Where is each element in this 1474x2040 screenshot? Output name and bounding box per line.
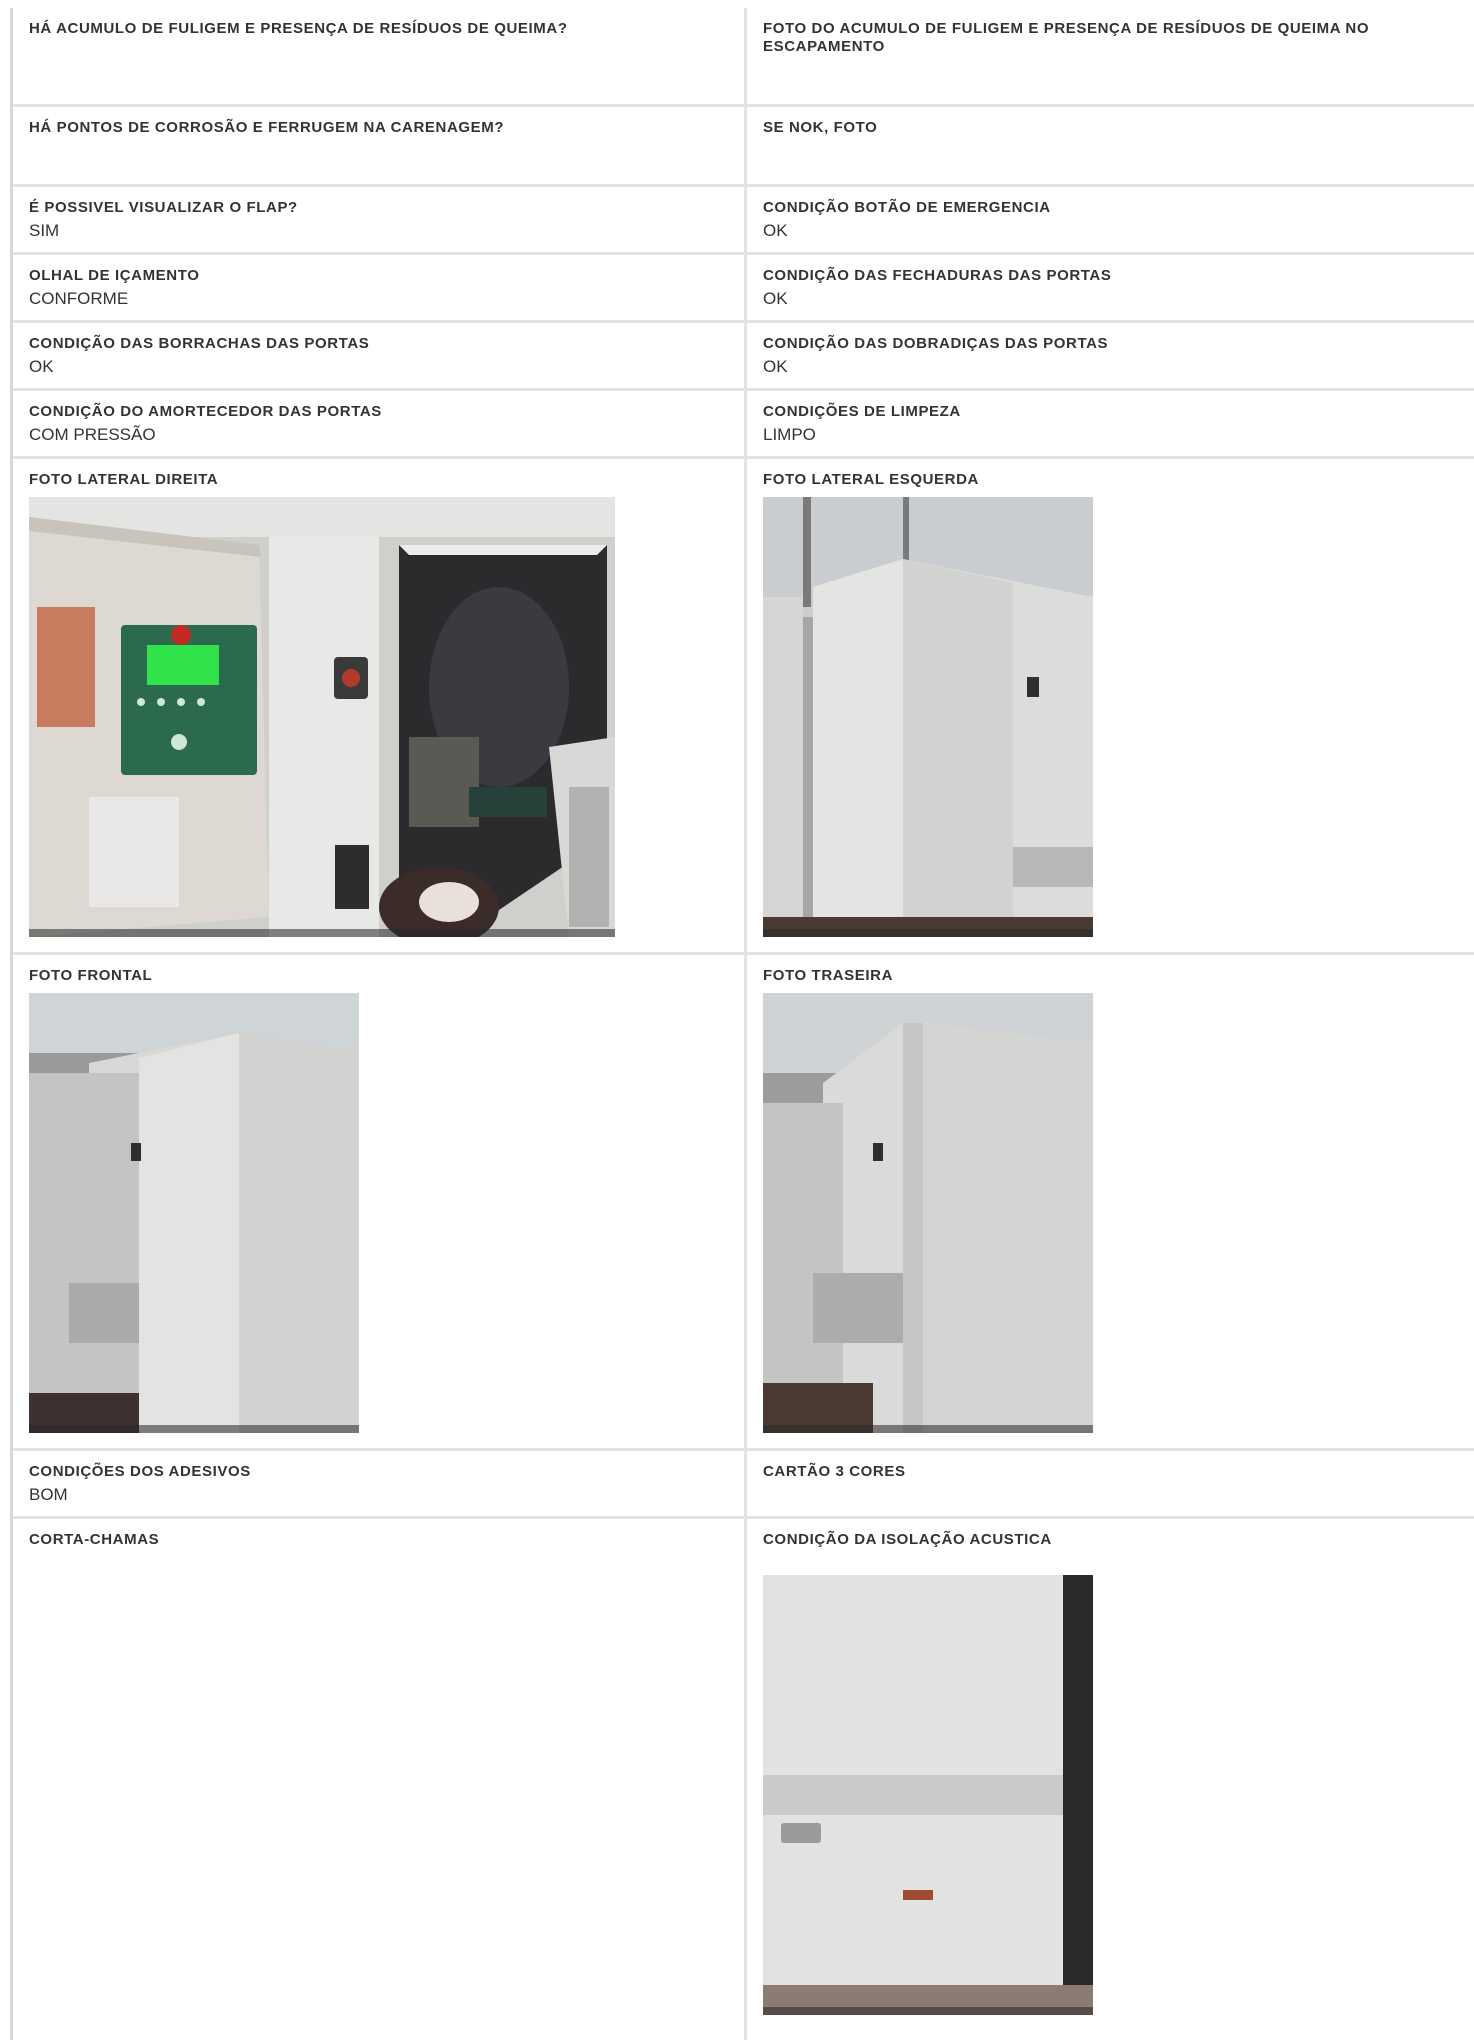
field-label: CORTA-CHAMAS: [29, 1531, 160, 1548]
field-door-dampers: CONDIÇÃO DO AMORTECEDOR DAS PORTAS COM P…: [13, 391, 747, 456]
field-label: HÁ ACUMULO DE FULIGEM E PRESENÇA DE RESÍ…: [29, 20, 568, 37]
field-corrosion: HÁ PONTOS DE CORROSÃO E FERRUGEM NA CARE…: [13, 107, 747, 184]
field-flame-arrester: CORTA-CHAMAS: [13, 1519, 747, 2040]
field-label: OLHAL DE IÇAMENTO: [29, 267, 200, 284]
field-label: HÁ PONTOS DE CORROSÃO E FERRUGEM NA CARE…: [29, 119, 505, 136]
field-label: SE NOK, FOTO: [763, 119, 878, 136]
field-photo-back: FOTO TRASEIRA: [747, 955, 1474, 1448]
field-label: FOTO LATERAL ESQUERDA: [763, 471, 979, 488]
field-value: OK: [763, 221, 788, 240]
field-soot-photo: FOTO DO ACUMULO DE FULIGEM E PRESENÇA DE…: [747, 8, 1474, 104]
report-row: FOTO LATERAL DIREITA FOTO LATERAL ESQUER…: [13, 459, 1474, 955]
field-value: OK: [763, 289, 788, 308]
field-three-color-card: CARTÃO 3 CORES: [747, 1451, 1474, 1516]
generator-open-doors-image: [29, 497, 615, 937]
report-row: CONDIÇÃO DAS BORRACHAS DAS PORTAS OK CON…: [13, 323, 1474, 391]
report-row: FOTO FRONTAL FOTO TRASEIRA: [13, 955, 1474, 1451]
photo-timestamp-bar: [763, 929, 1093, 937]
field-door-hinges: CONDIÇÃO DAS DOBRADIÇAS DAS PORTAS OK: [747, 323, 1474, 388]
generator-left-side-photo[interactable]: [763, 497, 1093, 937]
generator-open-doors-photo[interactable]: [29, 497, 615, 937]
field-soot-accumulation: HÁ ACUMULO DE FULIGEM E PRESENÇA DE RESÍ…: [13, 8, 747, 104]
field-label: FOTO TRASEIRA: [763, 967, 894, 984]
field-label: CONDIÇÃO DAS FECHADURAS DAS PORTAS: [763, 267, 1112, 284]
field-value: LIMPO: [763, 425, 816, 444]
field-value: OK: [29, 357, 54, 376]
field-lifting-eye: OLHAL DE IÇAMENTO CONFORME: [13, 255, 747, 320]
inspection-report: HÁ ACUMULO DE FULIGEM E PRESENÇA DE RESÍ…: [10, 8, 1474, 2040]
field-value: COM PRESSÃO: [29, 425, 156, 444]
field-acoustic-insulation: CONDIÇÃO DA ISOLAÇÃO ACUSTICA: [747, 1519, 1474, 2040]
photo-timestamp-bar: [29, 929, 615, 937]
field-value: OK: [763, 357, 788, 376]
photo-timestamp-bar: [763, 1425, 1093, 1433]
acoustic-insulation-photo[interactable]: [763, 1575, 1093, 2015]
field-door-rubbers: CONDIÇÃO DAS BORRACHAS DAS PORTAS OK: [13, 323, 747, 388]
field-label: CONDIÇÃO BOTÃO DE EMERGENCIA: [763, 199, 1051, 216]
generator-back-photo[interactable]: [763, 993, 1093, 1433]
report-row: HÁ ACUMULO DE FULIGEM E PRESENÇA DE RESÍ…: [13, 8, 1474, 107]
field-label: FOTO LATERAL DIREITA: [29, 471, 219, 488]
report-row: OLHAL DE IÇAMENTO CONFORME CONDIÇÃO DAS …: [13, 255, 1474, 323]
field-label: CONDIÇÕES DOS ADESIVOS: [29, 1463, 251, 1480]
field-emergency-button: CONDIÇÃO BOTÃO DE EMERGENCIA OK: [747, 187, 1474, 252]
field-label: FOTO DO ACUMULO DE FULIGEM E PRESENÇA DE…: [763, 20, 1370, 55]
report-row: CONDIÇÕES DOS ADESIVOS BOM CARTÃO 3 CORE…: [13, 1451, 1474, 1519]
field-label: CONDIÇÕES DE LIMPEZA: [763, 403, 961, 420]
field-label: CONDIÇÃO DAS DOBRADIÇAS DAS PORTAS: [763, 335, 1109, 352]
field-label: CONDIÇÃO DA ISOLAÇÃO ACUSTICA: [763, 1531, 1052, 1548]
generator-left-side-image: [763, 497, 1093, 937]
field-flap: É POSSIVEL VISUALIZAR O FLAP? SIM: [13, 187, 747, 252]
photo-timestamp-bar: [29, 1425, 359, 1433]
report-row: CONDIÇÃO DO AMORTECEDOR DAS PORTAS COM P…: [13, 391, 1474, 459]
generator-front-photo[interactable]: [29, 993, 359, 1433]
field-cleanliness: CONDIÇÕES DE LIMPEZA LIMPO: [747, 391, 1474, 456]
field-photo-right-side: FOTO LATERAL DIREITA: [13, 459, 747, 952]
report-row: CORTA-CHAMAS CONDIÇÃO DA ISOLAÇÃO ACUSTI…: [13, 1519, 1474, 2040]
field-value: BOM: [29, 1485, 68, 1504]
field-label: CARTÃO 3 CORES: [763, 1463, 906, 1480]
field-nok-photo: SE NOK, FOTO: [747, 107, 1474, 184]
field-value: CONFORME: [29, 289, 129, 308]
field-label: FOTO FRONTAL: [29, 967, 153, 984]
field-stickers: CONDIÇÕES DOS ADESIVOS BOM: [13, 1451, 747, 1516]
generator-back-image: [763, 993, 1093, 1433]
report-row: É POSSIVEL VISUALIZAR O FLAP? SIM CONDIÇ…: [13, 187, 1474, 255]
field-value: SIM: [29, 221, 60, 240]
field-door-locks: CONDIÇÃO DAS FECHADURAS DAS PORTAS OK: [747, 255, 1474, 320]
field-label: É POSSIVEL VISUALIZAR O FLAP?: [29, 199, 298, 216]
generator-front-image: [29, 993, 359, 1433]
field-label: CONDIÇÃO DAS BORRACHAS DAS PORTAS: [29, 335, 370, 352]
photo-timestamp-bar: [763, 2007, 1093, 2015]
field-photo-front: FOTO FRONTAL: [13, 955, 747, 1448]
acoustic-insulation-image: [763, 1575, 1093, 2015]
report-row: HÁ PONTOS DE CORROSÃO E FERRUGEM NA CARE…: [13, 107, 1474, 187]
field-label: CONDIÇÃO DO AMORTECEDOR DAS PORTAS: [29, 403, 382, 420]
field-photo-left-side: FOTO LATERAL ESQUERDA: [747, 459, 1474, 952]
